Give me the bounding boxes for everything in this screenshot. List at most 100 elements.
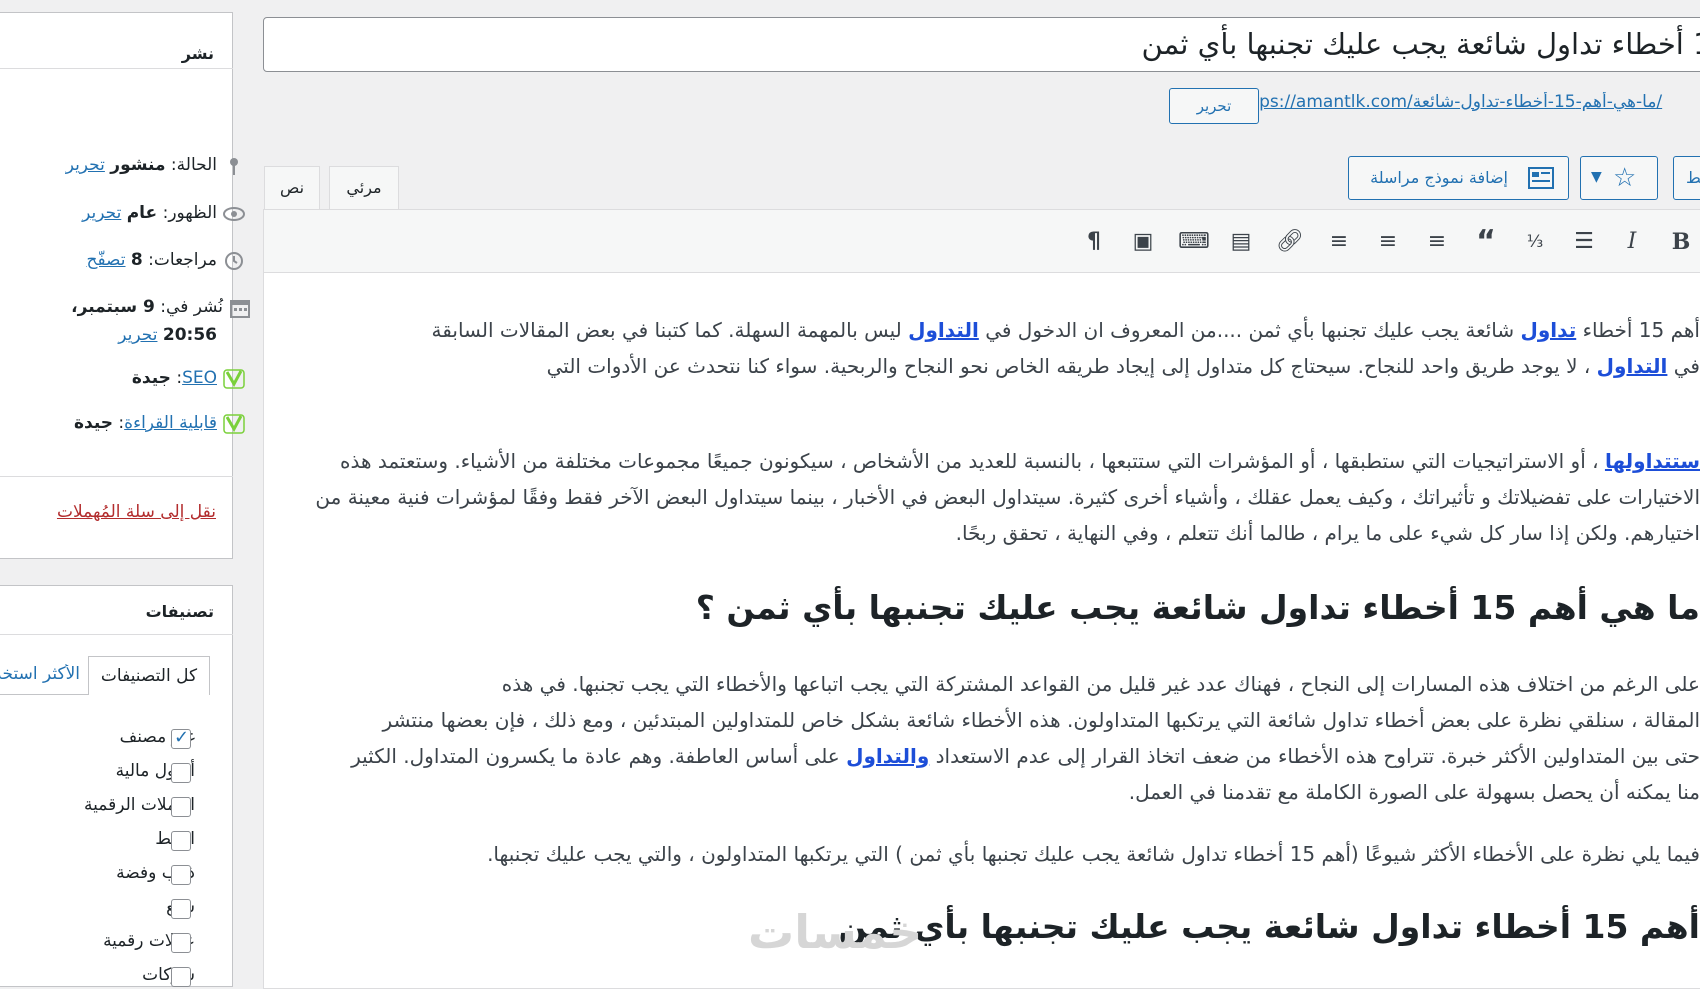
- published-time: 20:56: [162, 325, 217, 345]
- p1-text-d: في: [1667, 354, 1700, 378]
- published-edit-link[interactable]: تحرير: [118, 325, 157, 345]
- permalink-edit-button[interactable]: تحرير: [1169, 88, 1259, 124]
- publish-box-title: نشر: [181, 44, 214, 63]
- align-center-icon[interactable]: ≡: [1374, 229, 1402, 255]
- form-icon: [1528, 167, 1554, 189]
- form-embed-icon[interactable]: ▣: [1129, 229, 1157, 255]
- p4-line-1: فيما يلي نظرة على الأخطاء الأكثر شيوعًا …: [487, 842, 1700, 866]
- published-time-row: 20:56 تحرير: [118, 325, 217, 345]
- p3-text-b: على أساس العاطفة. وهم عادة ما يكسرون الم…: [351, 744, 847, 768]
- add-contact-form-label: إضافة نموذج مراسلة: [1370, 168, 1508, 187]
- chevron-down-icon: ▼: [1591, 169, 1602, 185]
- p2-line-2: الاختيارات على تفضيلاتك و تأثيراتك ، وكي…: [315, 485, 1700, 509]
- p3-line-4: منا يمكنه أن يحصل بسهولة على الصورة الكا…: [1128, 780, 1700, 804]
- category-checkbox[interactable]: [171, 933, 191, 953]
- p3-line-2: المقالة ، سنلقي نظرة على بعض أخطاء تداول…: [382, 708, 1700, 732]
- revisions-value: 8: [130, 250, 143, 270]
- cut-button[interactable]: خط: [1673, 156, 1700, 200]
- link-icon[interactable]: 🔗︎: [1276, 229, 1304, 255]
- yoast-readability-icon: [223, 414, 245, 434]
- blockquote-icon[interactable]: “: [1472, 227, 1500, 257]
- tab-all-categories[interactable]: كل التصنيفات: [88, 656, 210, 695]
- bold-icon[interactable]: B: [1667, 229, 1695, 255]
- calendar-icon: [230, 300, 250, 318]
- toolbar-toggle-icon[interactable]: ⌨︎: [1178, 229, 1210, 255]
- categories-box: [0, 585, 233, 987]
- revisions-row: مراجعات: 8 تصفّح: [86, 250, 243, 270]
- visibility-edit-link[interactable]: تحرير: [82, 203, 121, 223]
- align-left-icon[interactable]: ≡: [1423, 229, 1451, 255]
- link-trading-1[interactable]: تداول: [1521, 318, 1577, 342]
- align-right-icon[interactable]: ≡: [1325, 229, 1353, 255]
- add-contact-form-button[interactable]: إضافة نموذج مراسلة: [1348, 156, 1569, 200]
- readability-row: قابلية القراءة: جيدة: [73, 413, 245, 434]
- history-icon: [225, 252, 243, 270]
- seo-link[interactable]: SEO: [182, 368, 217, 388]
- read-more-icon[interactable]: ▤: [1227, 229, 1255, 255]
- category-checkbox[interactable]: [171, 831, 191, 851]
- paragraph-1: أهم 15 أخطاء تداول شائعة يجب عليك تجنبها…: [270, 312, 1700, 384]
- visibility-value: عام: [126, 203, 158, 223]
- eye-icon: [223, 207, 245, 221]
- numbered-list-icon[interactable]: ⅓: [1521, 229, 1549, 255]
- category-checkbox[interactable]: [171, 763, 191, 783]
- permalink: https://amantlk.com/ما-هي-أهم-15-أخطاء-ت…: [1235, 92, 1700, 112]
- paragraph-4: فيما يلي نظرة على الأخطاء الأكثر شيوعًا …: [270, 836, 1700, 872]
- heading-1: ما هي أهم 15 أخطاء تداول شائعة يجب عليك …: [695, 588, 1700, 627]
- move-to-trash-link[interactable]: نقل إلى سلة المُهملات: [57, 502, 216, 522]
- p2-line-1: ، أو الاستراتيجيات التي ستطبقها ، أو الم…: [339, 449, 1605, 473]
- visibility-row: الظهور: عام تحرير: [82, 203, 245, 223]
- published-row: نُشر في: 9 سبتمبر،: [71, 297, 250, 318]
- published-date: 9 سبتمبر،: [71, 297, 155, 317]
- readability-link[interactable]: قابلية القراءة: [124, 413, 217, 433]
- paragraph-2: ستتداولها ، أو الاستراتيجيات التي ستطبقه…: [270, 443, 1700, 551]
- link-and-trading[interactable]: والتداول: [846, 744, 929, 768]
- p1-text-b: شائعة يجب عليك تجنبها بأي ثمن ....من الم…: [978, 318, 1521, 342]
- favorite-dropdown-button[interactable]: ☆ ▼: [1580, 156, 1658, 200]
- revisions-browse-link[interactable]: تصفّح: [86, 250, 125, 270]
- heading-2: أهم 15 أخطاء تداول شائعة يجب عليك تجنبها…: [838, 907, 1700, 946]
- category-checkbox[interactable]: [171, 727, 191, 749]
- p2-line-3: اختيارهم. ولكن إذا سار كل شيء على ما يرا…: [955, 521, 1700, 545]
- seo-score: جيدة: [131, 368, 171, 388]
- revisions-label: مراجعات:: [142, 250, 217, 270]
- p3-line-1: على الرغم من اختلاف هذه المسارات إلى الن…: [501, 672, 1700, 696]
- categories-box-title: تصنيفات: [145, 602, 214, 621]
- italic-icon[interactable]: I: [1618, 229, 1646, 255]
- paragraph-3: على الرغم من اختلاف هذه المسارات إلى الن…: [270, 666, 1700, 810]
- category-checkbox[interactable]: [171, 797, 191, 817]
- published-label: نُشر في:: [154, 297, 223, 317]
- status-row: الحالة: منشور تحرير: [66, 155, 238, 175]
- readability-score: جيدة: [73, 413, 114, 433]
- post-title-input[interactable]: 15 أخطاء تداول شائعة يجب عليك تجنبها بأي…: [263, 17, 1700, 72]
- link-trade[interactable]: ستتداولها: [1605, 449, 1700, 473]
- p1-text-c: ليس بالمهمة السهلة. كما كتبنا في بعض الم…: [431, 318, 909, 342]
- link-trading-2[interactable]: التداول: [908, 318, 979, 342]
- p1-text-a: أهم 15 أخطاء: [1576, 318, 1700, 342]
- khamsat-watermark: خمسات: [748, 905, 923, 959]
- p1-text-e: ، لا يوجد طريق واحد للنجاح. سيحتاج كل مت…: [546, 354, 1597, 378]
- category-checkbox[interactable]: [171, 865, 191, 885]
- pin-icon: [230, 158, 238, 175]
- categories-title-divider: [0, 634, 233, 635]
- publish-actions-divider: [0, 476, 233, 477]
- category-checkbox[interactable]: [171, 967, 191, 987]
- yoast-seo-icon: [223, 369, 245, 389]
- publish-title-divider: [0, 68, 233, 69]
- bullet-list-icon[interactable]: ☰: [1570, 229, 1598, 255]
- link-trading-3[interactable]: التداول: [1597, 354, 1668, 378]
- status-value: منشور: [110, 155, 166, 175]
- seo-row: SEO: جيدة: [131, 368, 245, 389]
- status-label: الحالة:: [165, 155, 217, 175]
- permalink-url[interactable]: https://amantlk.com/ما-هي-أهم-15-أخطاء-ت…: [1235, 92, 1662, 112]
- tab-most-used[interactable]: الأكثر استخداماً: [0, 664, 80, 684]
- paragraph-icon[interactable]: ¶: [1080, 229, 1108, 255]
- category-checkbox[interactable]: [171, 899, 191, 919]
- tab-visual[interactable]: مرئي: [329, 166, 399, 209]
- tab-text[interactable]: نص: [264, 166, 320, 209]
- p3-text-a: حتى بين المتداولين الأكثر خبرة. تتراوح ه…: [929, 744, 1700, 768]
- visibility-label: الظهور:: [157, 203, 217, 223]
- status-edit-link[interactable]: تحرير: [66, 155, 105, 175]
- star-plus-icon: ☆: [1613, 163, 1637, 193]
- post-title-text: 15 أخطاء تداول شائعة يجب عليك تجنبها بأي…: [1141, 27, 1700, 61]
